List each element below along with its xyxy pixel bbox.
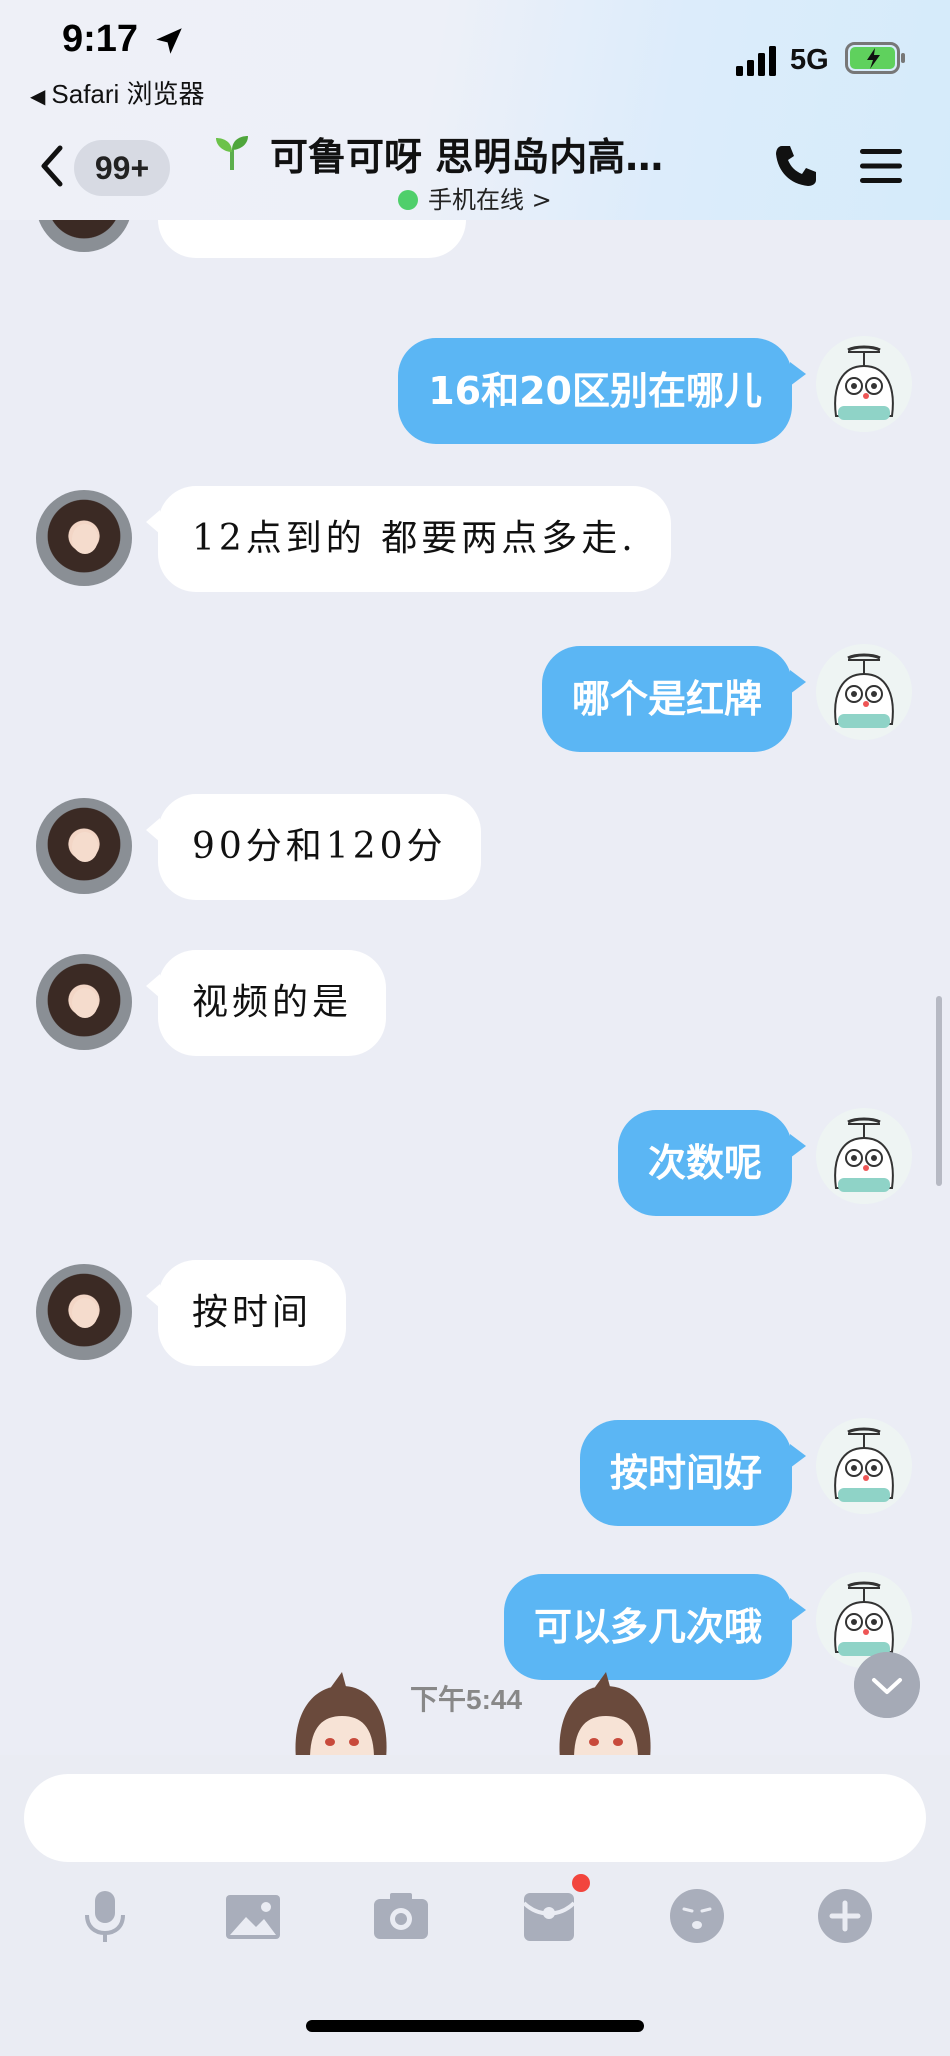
message-bubble-right[interactable]: 哪个是红牌 — [541, 646, 807, 752]
message-bubble-left[interactable]: 12点到的 都要两点多走. — [146, 486, 671, 592]
contact-avatar[interactable] — [36, 490, 132, 586]
message-bubble-left[interactable]: 按时间 — [145, 1260, 347, 1366]
red-packet-icon[interactable] — [518, 1885, 580, 1947]
image-icon[interactable] — [222, 1885, 284, 1947]
top-header: 9:17 ◀ Safari 浏览器 5G 99+ 可鲁可呀 思明岛内高… 手机在线… — [0, 0, 950, 220]
phone-call-icon[interactable] — [772, 142, 820, 190]
chat-title[interactable]: 可鲁可呀 思明岛内高… — [270, 126, 663, 181]
message-bubble-left[interactable]: 两三点下班。 — [158, 220, 467, 258]
online-status-text: 手机在线 > — [428, 186, 552, 214]
menu-icon[interactable] — [858, 146, 904, 186]
unread-count-badge[interactable]: 99+ — [74, 140, 170, 196]
home-indicator[interactable] — [306, 2020, 644, 2032]
message-bubble-left[interactable]: 90分和120分 — [146, 794, 481, 900]
composer-area — [0, 1755, 950, 2056]
message-bubble-right[interactable]: 16和20区别在哪儿 — [398, 338, 806, 444]
back-triangle-icon: ◀ — [30, 86, 46, 108]
location-arrow-icon — [156, 28, 182, 54]
message-timestamp: 下午5:44 — [410, 1684, 523, 1715]
status-time: 9:17 — [62, 18, 139, 60]
scrollbar[interactable] — [936, 996, 942, 1186]
cellular-signal-icon — [736, 46, 776, 76]
message-list[interactable]: 两三点下班。 16和20区别在哪儿 12点到的 都要两点多走. 哪个是红牌 — [0, 220, 950, 1755]
message-bubble-right[interactable]: 次数呢 — [617, 1110, 807, 1216]
back-chevron-icon[interactable] — [36, 142, 66, 190]
mascot-right-decoration — [559, 1672, 651, 1755]
message-bubble-left[interactable]: 视频的是 — [145, 950, 387, 1056]
back-app-label: Safari 浏览器 — [51, 79, 205, 109]
contact-avatar[interactable] — [36, 954, 132, 1050]
notification-dot — [570, 1872, 592, 1894]
scroll-to-bottom-button[interactable] — [854, 1652, 920, 1718]
my-avatar[interactable] — [816, 644, 912, 740]
network-type: 5G — [790, 44, 829, 76]
emoji-icon[interactable] — [666, 1885, 728, 1947]
mascot-left-decoration — [295, 1672, 387, 1755]
online-dot-icon — [398, 190, 418, 210]
plus-icon[interactable] — [814, 1885, 876, 1947]
contact-avatar[interactable] — [36, 1264, 132, 1360]
sprout-icon — [216, 136, 248, 170]
contact-avatar[interactable] — [36, 220, 132, 252]
camera-icon[interactable] — [370, 1885, 432, 1947]
my-avatar[interactable] — [816, 336, 912, 432]
back-to-safari-link[interactable]: ◀ Safari 浏览器 — [30, 74, 205, 111]
my-avatar[interactable] — [816, 1108, 912, 1204]
message-input[interactable] — [24, 1774, 926, 1862]
contact-avatar[interactable] — [36, 798, 132, 894]
message-bubble-right[interactable]: 按时间好 — [579, 1420, 807, 1526]
my-avatar[interactable] — [816, 1418, 912, 1514]
microphone-icon[interactable] — [74, 1885, 136, 1947]
online-status[interactable]: 手机在线 > — [398, 180, 552, 215]
battery-charging-icon — [845, 42, 905, 74]
